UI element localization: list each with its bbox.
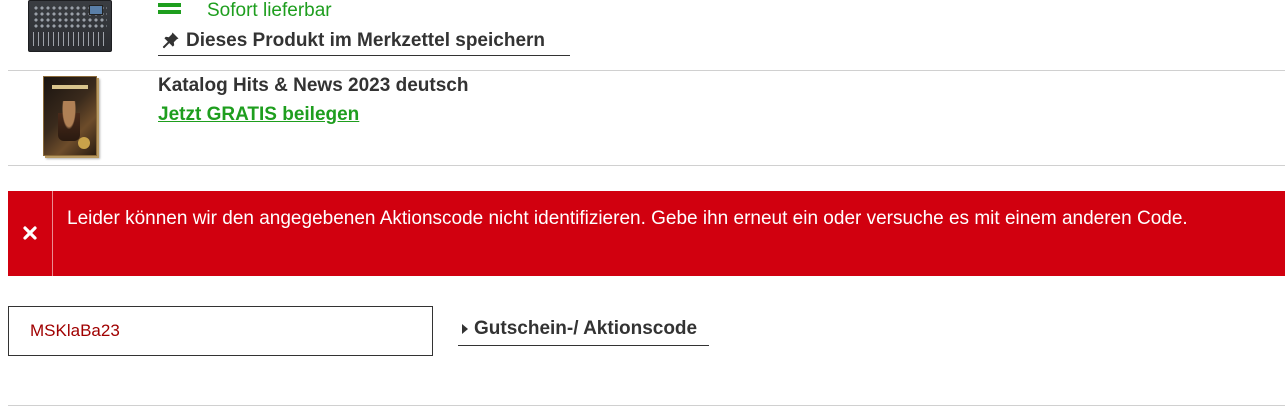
row-divider bbox=[8, 165, 1285, 166]
row-divider bbox=[8, 70, 1285, 71]
catalog-cover-image[interactable] bbox=[43, 76, 97, 156]
section-divider bbox=[8, 405, 1285, 406]
apply-coupon-button[interactable]: Gutschein-/ Aktionscode bbox=[458, 318, 709, 346]
stock-status: Sofort lieferbar bbox=[207, 0, 332, 21]
save-to-wishlist-link[interactable]: Dieses Produkt im Merkzettel speichern bbox=[158, 30, 570, 56]
apply-coupon-label: Gutschein-/ Aktionscode bbox=[474, 318, 698, 339]
error-message: Leider können wir den angegebenen Aktion… bbox=[67, 208, 1188, 229]
availability-bars-icon bbox=[158, 3, 182, 15]
error-alert: Leider können wir den angegebenen Aktion… bbox=[8, 191, 1285, 276]
pushpin-icon bbox=[162, 32, 179, 49]
add-catalog-free-link[interactable]: Jetzt GRATIS beilegen bbox=[158, 104, 359, 126]
catalog-cover-figure bbox=[58, 101, 80, 141]
catalog-title: Katalog Hits & News 2023 deutsch bbox=[158, 75, 469, 96]
anniversary-badge-icon bbox=[78, 137, 90, 149]
close-icon[interactable] bbox=[22, 225, 38, 241]
coupon-code-input[interactable] bbox=[8, 306, 433, 356]
mixer-screen bbox=[89, 5, 103, 15]
mixer-faders bbox=[33, 32, 107, 46]
save-to-wishlist-label: Dieses Produkt im Merkzettel speichern bbox=[186, 30, 546, 51]
caret-right-icon bbox=[462, 324, 468, 334]
catalog-brand-strip bbox=[52, 85, 88, 89]
product-image[interactable] bbox=[28, 0, 112, 52]
error-icon-cell bbox=[8, 191, 53, 276]
